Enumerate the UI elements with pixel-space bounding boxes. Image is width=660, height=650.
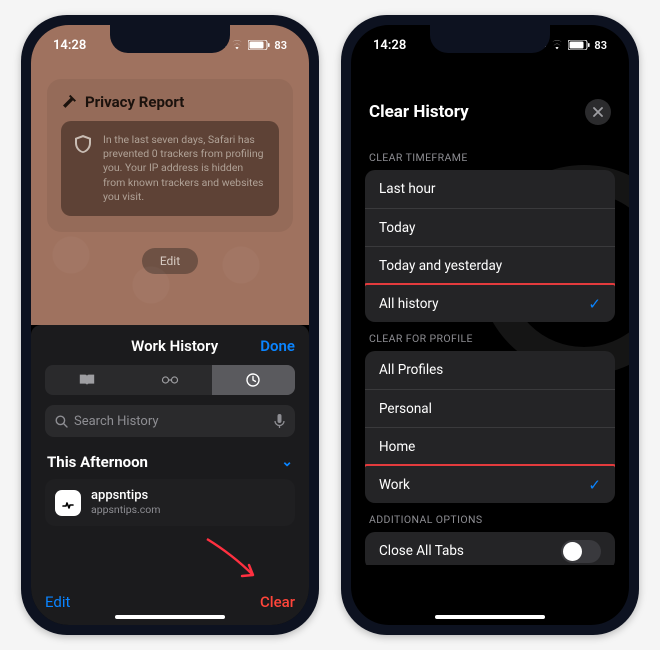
battery-percent: 83 [274, 39, 287, 52]
timeframe-group: Last hour Today Today and yesterday All … [365, 170, 615, 322]
screen-left: 14:28 ▪▪▪▪ 83 Privacy Report In the last… [31, 25, 309, 625]
checkmark-icon: ✓ [588, 476, 601, 494]
history-section-title: This Afternoon [47, 453, 148, 471]
search-input[interactable]: Search History [45, 405, 295, 437]
timeframe-today[interactable]: Today [365, 208, 615, 246]
notch [430, 25, 550, 53]
profile-personal[interactable]: Personal [365, 389, 615, 427]
home-indicator[interactable] [435, 615, 545, 619]
history-toolbar: Edit Clear [45, 593, 295, 611]
history-item[interactable]: appsntips appsntips.com [45, 479, 295, 526]
site-favicon [55, 490, 81, 516]
screen-right: 14:28 ▪▪▪▪ 83 Clear History CLEAR TIMEFR… [351, 25, 629, 625]
clear-history-header: Clear History [351, 99, 629, 125]
search-placeholder: Search History [74, 414, 159, 429]
edit-button[interactable]: Edit [45, 593, 70, 611]
history-section-header[interactable]: This Afternoon ⌄ [47, 453, 293, 471]
row-label: Last hour [379, 181, 436, 197]
phone-right: 14:28 ▪▪▪▪ 83 Clear History CLEAR TIMEFR… [341, 15, 639, 635]
profile-all[interactable]: All Profiles [365, 351, 615, 389]
close-all-tabs-row[interactable]: Close All Tabs [365, 532, 615, 565]
profile-home[interactable]: Home [365, 427, 615, 465]
checkmark-icon: ✓ [588, 295, 601, 313]
privacy-report-title: Privacy Report [61, 93, 279, 111]
row-label: Close All Tabs [379, 543, 464, 559]
privacy-report-text: In the last seven days, Safari has preve… [103, 133, 265, 204]
phone-left: 14:28 ▪▪▪▪ 83 Privacy Report In the last… [21, 15, 319, 635]
additional-label: ADDITIONAL OPTIONS [369, 513, 611, 526]
privacy-report-area: Privacy Report In the last seven days, S… [31, 25, 309, 325]
status-time: 14:28 [53, 38, 86, 53]
row-label: All history [379, 296, 438, 312]
home-indicator[interactable] [115, 615, 225, 619]
mic-icon[interactable] [274, 414, 285, 429]
annotation-arrow [203, 535, 263, 583]
profile-work[interactable]: Work ✓ [365, 465, 615, 503]
wifi-icon [550, 40, 564, 50]
row-label: Today [379, 220, 415, 236]
close-all-tabs-toggle[interactable] [561, 540, 601, 563]
battery-icon [248, 40, 270, 50]
timeframe-today-yesterday[interactable]: Today and yesterday [365, 246, 615, 284]
history-item-title: appsntips [91, 489, 161, 504]
tab-reading-list[interactable] [128, 365, 211, 395]
close-icon [593, 107, 603, 117]
privacy-report-title-text: Privacy Report [85, 93, 184, 111]
battery-percent: 83 [594, 39, 607, 52]
additional-group: Close All Tabs [365, 532, 615, 565]
wifi-icon [230, 40, 244, 50]
hammer-icon [61, 94, 77, 110]
notch [110, 25, 230, 53]
book-icon [78, 373, 96, 387]
profile-label: CLEAR FOR PROFILE [369, 332, 611, 345]
battery-icon [568, 40, 590, 50]
close-button[interactable] [585, 99, 611, 125]
clear-history-content: CLEAR TIMEFRAME Last hour Today Today an… [365, 141, 615, 565]
row-label: All Profiles [379, 362, 443, 378]
timeframe-all-history[interactable]: All history ✓ [365, 284, 615, 322]
edit-widgets-button[interactable]: Edit [142, 248, 198, 274]
history-panel: Work History Done Search History [31, 325, 309, 625]
clear-history-title: Clear History [369, 102, 469, 122]
tab-history[interactable] [212, 365, 295, 395]
privacy-report-card: Privacy Report In the last seven days, S… [47, 79, 293, 232]
row-label: Today and yesterday [379, 258, 502, 274]
clear-button[interactable]: Clear [260, 593, 295, 611]
history-panel-header: Work History Done [45, 337, 295, 355]
done-button[interactable]: Done [260, 337, 295, 355]
status-time: 14:28 [373, 38, 406, 53]
timeframe-label: CLEAR TIMEFRAME [369, 151, 611, 164]
row-label: Home [379, 439, 415, 455]
clock-icon [244, 373, 262, 387]
tab-bookmarks[interactable] [45, 365, 128, 395]
profile-group: All Profiles Personal Home Work ✓ [365, 351, 615, 503]
history-item-subtitle: appsntips.com [91, 504, 161, 516]
chevron-down-icon: ⌄ [281, 454, 293, 470]
timeframe-last-hour[interactable]: Last hour [365, 170, 615, 208]
row-label: Personal [379, 401, 432, 417]
glasses-icon [161, 373, 179, 387]
history-item-text: appsntips appsntips.com [91, 489, 161, 516]
privacy-report-body: In the last seven days, Safari has preve… [61, 121, 279, 216]
row-label: Work [379, 477, 410, 493]
history-panel-title: Work History [131, 337, 218, 355]
segmented-control[interactable] [45, 365, 295, 395]
shield-icon [75, 135, 91, 153]
search-icon [55, 415, 68, 428]
